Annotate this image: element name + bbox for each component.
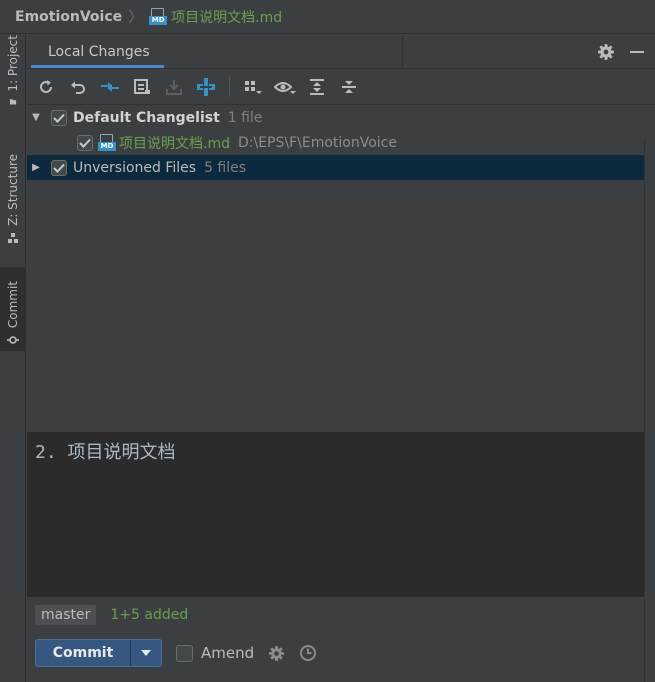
tab-label: Local Changes bbox=[48, 43, 150, 60]
branch-label: master bbox=[35, 605, 97, 625]
commit-message-text: 2. 项目说明文档 bbox=[35, 442, 176, 463]
navigation-bar: EmotionVoice 〉 MD 项目说明文档.md bbox=[0, 0, 655, 34]
show-diff-icon[interactable] bbox=[99, 76, 121, 98]
tool-window-commit-label: Commit bbox=[6, 280, 20, 328]
amend-checkbox[interactable]: Amend bbox=[176, 644, 254, 662]
tab-local-changes[interactable]: Local Changes bbox=[27, 35, 164, 68]
folder-icon bbox=[9, 98, 17, 105]
tool-window-project-label: 1: Project bbox=[6, 35, 20, 92]
chevron-down-icon bbox=[141, 650, 151, 656]
changelist-icon[interactable] bbox=[131, 76, 153, 98]
unversioned-files-row[interactable]: ▶ Unversioned Files 5 files bbox=[27, 155, 655, 180]
commit-options-dropdown[interactable] bbox=[131, 640, 161, 666]
changes-toolbar bbox=[27, 69, 655, 105]
tool-window-structure-label: Z: Structure bbox=[6, 154, 20, 226]
tab-bar: Local Changes bbox=[27, 35, 655, 69]
view-options-icon[interactable] bbox=[274, 76, 296, 98]
gear-icon[interactable] bbox=[597, 43, 615, 61]
commit-button[interactable]: Commit bbox=[36, 640, 131, 666]
breadcrumb-file[interactable]: 项目说明文档.md bbox=[171, 7, 282, 27]
commit-actions: Commit Amend bbox=[35, 638, 317, 668]
file-checkbox[interactable] bbox=[77, 134, 93, 151]
amend-checkbox-box[interactable] bbox=[176, 644, 193, 662]
amend-label: Amend bbox=[201, 644, 255, 662]
update-icon[interactable] bbox=[195, 76, 217, 98]
commit-tool-window: Local Changes ▼ Default Changelist 1 fil… bbox=[27, 35, 655, 682]
file-row[interactable]: MD 项目说明文档.md D:\EPS\F\EmotionVoice bbox=[27, 130, 655, 155]
rollback-icon[interactable] bbox=[67, 76, 89, 98]
changelist-count: 1 file bbox=[227, 109, 263, 126]
refresh-icon[interactable] bbox=[35, 76, 57, 98]
changelist-name: Default Changelist bbox=[73, 109, 220, 126]
tool-window-structure[interactable]: Z: Structure bbox=[0, 145, 26, 247]
commit-options-gear-icon[interactable] bbox=[268, 645, 285, 662]
changes-tree: ▼ Default Changelist 1 file MD 项目说明文档.md… bbox=[27, 105, 655, 431]
group-by-icon[interactable] bbox=[242, 76, 264, 98]
minimize-icon[interactable] bbox=[629, 44, 645, 60]
collapse-all-icon[interactable] bbox=[338, 76, 360, 98]
tool-window-commit[interactable]: Commit bbox=[0, 267, 26, 351]
file-name: 项目说明文档.md bbox=[119, 135, 230, 152]
tool-window-strip: 1: Project Z: Structure Commit bbox=[0, 35, 26, 682]
markdown-file-icon: MD bbox=[149, 8, 168, 25]
unversioned-checkbox[interactable] bbox=[51, 159, 67, 176]
expand-all-icon[interactable] bbox=[306, 76, 328, 98]
shelve-icon[interactable] bbox=[163, 76, 185, 98]
changes-summary[interactable]: 1+5 added bbox=[110, 607, 188, 623]
commit-status-line: master 1+5 added bbox=[35, 604, 188, 626]
file-path: D:\EPS\F\EmotionVoice bbox=[237, 134, 397, 151]
breadcrumb-project[interactable]: EmotionVoice bbox=[15, 9, 122, 25]
commit-icon bbox=[7, 336, 19, 344]
history-clock-icon[interactable] bbox=[299, 644, 317, 662]
breadcrumb-separator: 〉 bbox=[128, 8, 144, 26]
unversioned-name: Unversioned Files bbox=[73, 159, 197, 176]
changelist-checkbox[interactable] bbox=[51, 109, 67, 126]
commit-button-label: Commit bbox=[52, 645, 114, 661]
vertical-scrollbar[interactable] bbox=[644, 139, 655, 682]
commit-split-button: Commit bbox=[35, 639, 162, 667]
changelist-row[interactable]: ▼ Default Changelist 1 file bbox=[27, 105, 655, 130]
expand-arrow-icon[interactable]: ▼ bbox=[30, 112, 42, 123]
structure-icon bbox=[8, 233, 18, 243]
tool-window-project[interactable]: 1: Project bbox=[0, 35, 26, 108]
unversioned-count: 5 files bbox=[204, 159, 247, 176]
commit-message-editor[interactable]: 2. 项目说明文档 bbox=[27, 432, 644, 597]
expand-arrow-icon[interactable]: ▶ bbox=[30, 162, 42, 173]
toolbar-separator bbox=[229, 76, 230, 97]
markdown-file-icon: MD bbox=[98, 134, 116, 151]
